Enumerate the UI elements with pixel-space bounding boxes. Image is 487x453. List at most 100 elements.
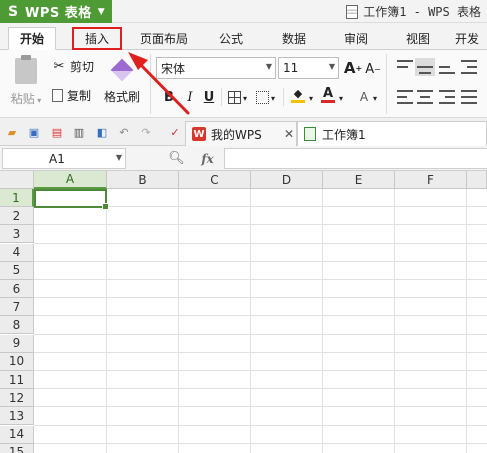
align-middle-icon[interactable] bbox=[415, 58, 435, 76]
doc-tab-my-wps[interactable]: W 我的WPS ✕ bbox=[185, 121, 297, 146]
font-size-select[interactable]: 11 ▼ bbox=[278, 57, 339, 79]
redo-icon[interactable]: ↷ bbox=[139, 125, 153, 139]
font-name-select[interactable]: 宋体 ▼ bbox=[156, 57, 276, 79]
chevron-down-icon[interactable]: ▾ bbox=[373, 94, 377, 103]
align-bottom-icon[interactable] bbox=[439, 60, 455, 74]
tab-home[interactable]: 开始 bbox=[8, 27, 56, 50]
tab-formulas[interactable]: 公式 bbox=[210, 27, 252, 50]
tab-view[interactable]: 视图 bbox=[397, 27, 439, 50]
select-all-corner[interactable] bbox=[0, 171, 34, 189]
tab-data[interactable]: 数据 bbox=[273, 27, 315, 50]
row-gridline bbox=[34, 388, 487, 390]
row-header-14[interactable]: 14 bbox=[0, 425, 34, 444]
wps-badge-icon: W bbox=[192, 127, 206, 141]
column-header-a[interactable]: A bbox=[34, 171, 107, 189]
spreadsheet-icon bbox=[304, 127, 316, 141]
quick-access-toolbar: ▰ ▣ ▤ ▥ ◧ ↶ ↷ ✓ W 我的WPS ✕ 工作簿1 bbox=[0, 118, 487, 146]
row-header-4[interactable]: 4 bbox=[0, 243, 34, 262]
paint-bucket-icon: ◆ bbox=[293, 86, 303, 100]
row-gridline bbox=[34, 442, 487, 444]
row-header-6[interactable]: 6 bbox=[0, 280, 34, 298]
close-icon[interactable]: ✕ bbox=[284, 127, 294, 141]
column-header-c[interactable]: C bbox=[179, 171, 251, 189]
align-top-icon[interactable] bbox=[397, 60, 413, 74]
paste-button[interactable]: 粘贴 ▾ bbox=[9, 55, 43, 114]
column-header-b[interactable]: B bbox=[107, 171, 179, 189]
align-right-icon[interactable] bbox=[439, 90, 455, 104]
row-header-9[interactable]: 9 bbox=[0, 334, 34, 353]
spreadsheet-grid[interactable]: A B C D E F 1 2 3 4 5 6 7 8 9 10 11 12 13 14 15 bbox=[0, 171, 487, 453]
borders-button[interactable] bbox=[225, 88, 243, 106]
align-center-icon[interactable] bbox=[417, 90, 433, 104]
fx-icon[interactable]: fx bbox=[201, 152, 213, 166]
font-size-value: 11 bbox=[283, 61, 299, 75]
print-icon[interactable]: ▥ bbox=[72, 125, 86, 139]
row-header-8[interactable]: 8 bbox=[0, 316, 34, 335]
cell-style-button[interactable] bbox=[253, 88, 271, 106]
chevron-down-icon[interactable]: ▾ bbox=[309, 94, 313, 103]
font-color-button[interactable]: A bbox=[319, 86, 337, 104]
undo-icon[interactable]: ↶ bbox=[117, 125, 131, 139]
row-header-11[interactable]: 11 bbox=[0, 371, 34, 389]
indent-icon[interactable] bbox=[461, 60, 477, 74]
title-bar: S WPS 表格 ▼ 工作簿1 - WPS 表格 bbox=[0, 0, 487, 23]
row-header-15[interactable]: 15 bbox=[0, 443, 34, 453]
doc-tab-label: 工作簿1 bbox=[322, 127, 366, 142]
row-header-12[interactable]: 12 bbox=[0, 389, 34, 408]
app-menu-button[interactable]: S WPS 表格 ▼ bbox=[0, 0, 112, 23]
grow-font-button[interactable]: A + bbox=[344, 59, 362, 77]
fill-color-button[interactable]: ◆ bbox=[289, 86, 307, 104]
window-title: 工作簿1 - WPS 表格 bbox=[346, 3, 481, 20]
tab-insert[interactable]: 插入 bbox=[72, 27, 122, 50]
column-header-overflow[interactable] bbox=[467, 171, 487, 189]
chevron-down-icon[interactable]: ▾ bbox=[339, 94, 343, 103]
italic-button[interactable]: I bbox=[181, 88, 199, 106]
copy-button[interactable]: 复制 bbox=[52, 87, 91, 104]
name-box[interactable]: A1 ▼ bbox=[2, 148, 126, 169]
save-icon[interactable]: ▣ bbox=[27, 125, 41, 139]
doc-tab-label: 我的WPS bbox=[211, 127, 262, 142]
align-left-icon[interactable] bbox=[397, 90, 413, 104]
app-name: WPS 表格 bbox=[25, 6, 92, 21]
column-gridline bbox=[394, 189, 395, 453]
zoom-search-icon[interactable]: 🔍︎ bbox=[168, 151, 185, 166]
row-header-10[interactable]: 10 bbox=[0, 352, 34, 371]
cut-label: 剪切 bbox=[70, 60, 95, 74]
row-gridline bbox=[34, 315, 487, 317]
chevron-down-icon[interactable]: ▾ bbox=[243, 94, 247, 103]
tab-review[interactable]: 审阅 bbox=[335, 27, 377, 50]
customize-toolbar-icon[interactable]: ✓ bbox=[168, 125, 182, 139]
row-header-1[interactable]: 1 bbox=[0, 189, 34, 207]
column-gridline bbox=[250, 189, 251, 453]
grow-font-glyph: A bbox=[343, 59, 356, 77]
export-pdf-icon[interactable]: ▤ bbox=[50, 125, 64, 139]
justify-icon[interactable] bbox=[461, 90, 477, 104]
print-preview-icon[interactable]: ◧ bbox=[95, 125, 109, 139]
tab-page-layout[interactable]: 页面布局 bbox=[134, 27, 194, 50]
ribbon-divider bbox=[150, 54, 151, 114]
column-header-f[interactable]: F bbox=[395, 171, 467, 189]
row-header-5[interactable]: 5 bbox=[0, 261, 34, 280]
row-header-13[interactable]: 13 bbox=[0, 407, 34, 426]
cut-button[interactable]: ✂ 剪切 bbox=[52, 58, 94, 75]
row-header-2[interactable]: 2 bbox=[0, 207, 34, 226]
formula-input[interactable] bbox=[224, 148, 487, 169]
wps-logo-icon: S bbox=[7, 3, 19, 20]
clear-format-button[interactable]: A bbox=[355, 88, 373, 106]
format-painter-label: 格式刷 bbox=[104, 90, 141, 104]
row-header-3[interactable]: 3 bbox=[0, 225, 34, 244]
open-folder-icon[interactable]: ▰ bbox=[5, 125, 19, 139]
row-header-7[interactable]: 7 bbox=[0, 298, 34, 317]
selected-cell-a1[interactable] bbox=[34, 189, 109, 210]
doc-tab-workbook1[interactable]: 工作簿1 bbox=[297, 121, 487, 146]
column-gridline bbox=[178, 189, 179, 453]
format-painter-button[interactable]: 格式刷 bbox=[104, 58, 141, 112]
chevron-down-icon[interactable]: ▾ bbox=[271, 94, 275, 103]
underline-button[interactable]: U bbox=[200, 88, 218, 106]
ribbon-home: 粘贴 ▾ ✂ 剪切 复制 格式刷 宋体 ▼ 11 ▼ A + A − B I U ▾… bbox=[0, 50, 487, 118]
shrink-font-button[interactable]: A − bbox=[364, 60, 382, 78]
column-header-e[interactable]: E bbox=[323, 171, 395, 189]
bold-button[interactable]: B bbox=[160, 88, 178, 106]
column-header-d[interactable]: D bbox=[251, 171, 323, 189]
tab-developer[interactable]: 开发 bbox=[455, 27, 487, 50]
